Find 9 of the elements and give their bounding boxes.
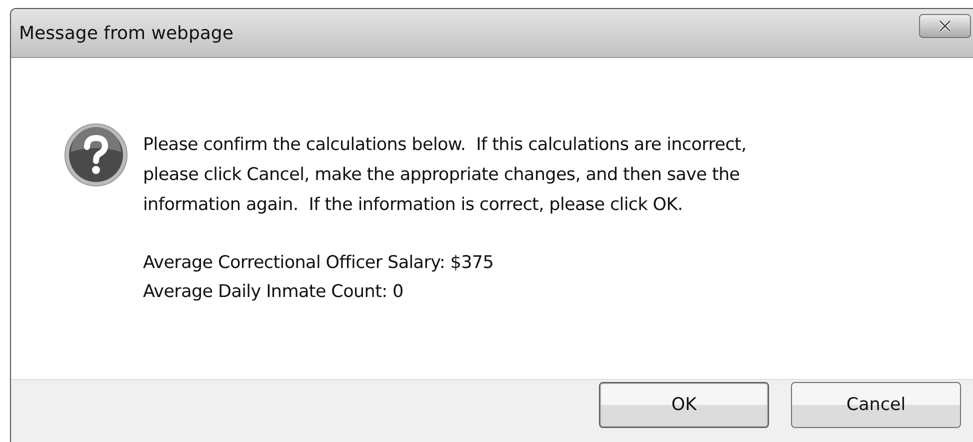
detail-line: Average Daily Inmate Count: 0 — [143, 281, 404, 304]
close-button[interactable] — [919, 14, 971, 38]
dialog-button[interactable]: OK — [599, 382, 769, 428]
message-text: Please confirm the calculations below. If this calculations are incorrect, please click Cancel, make the appropriate changes, and then save the information again. If the information is correct, please click OK. — [143, 134, 746, 217]
window-title: Message from webpage — [19, 22, 234, 44]
detail-line: Average Correctional Officer Salary: $375 — [143, 252, 495, 275]
question-icon — [63, 122, 129, 188]
close-icon — [938, 20, 952, 32]
dialog-button[interactable]: Cancel — [791, 382, 961, 428]
